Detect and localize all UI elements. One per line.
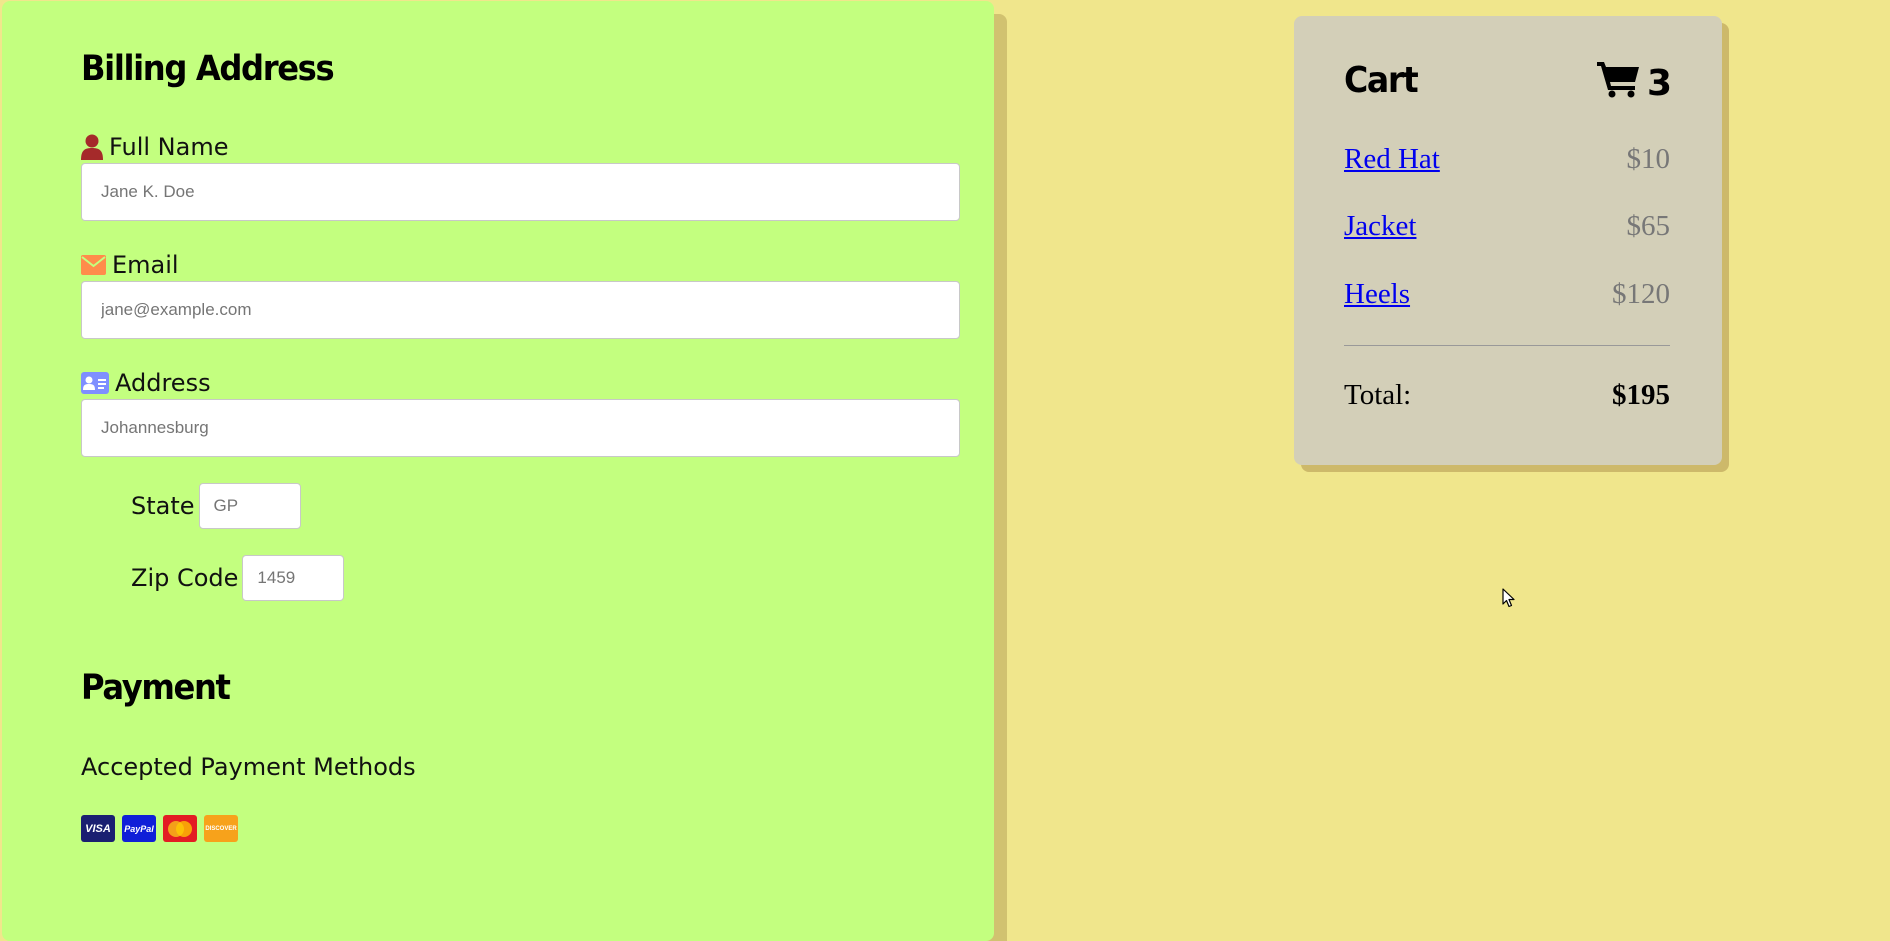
billing-address-heading: Billing Address	[81, 49, 335, 89]
cart-count: 3	[1596, 60, 1672, 107]
mastercard-icon	[163, 815, 197, 842]
cart-item-price: $120	[1612, 278, 1670, 310]
shopping-cart-icon	[1596, 60, 1641, 107]
zip-label: Zip Code	[131, 564, 239, 592]
cart-item-price: $10	[1626, 143, 1671, 175]
zip-row: Zip Code	[131, 555, 345, 601]
discover-icon: DISCOVER	[204, 815, 238, 842]
cart-item-price: $65	[1626, 210, 1671, 242]
payment-heading: Payment	[81, 668, 231, 708]
address-label-text: Address	[115, 369, 211, 397]
mouse-cursor-icon	[1502, 588, 1516, 612]
address-input[interactable]	[81, 399, 960, 457]
full-name-label: Full Name	[81, 132, 228, 162]
zip-input[interactable]	[242, 555, 345, 601]
total-value: $195	[1612, 379, 1670, 411]
full-name-input[interactable]	[81, 163, 960, 221]
cart-item-link-heels[interactable]: Heels	[1344, 278, 1410, 311]
email-label-text: Email	[112, 251, 179, 279]
envelope-icon	[81, 255, 106, 275]
paypal-icon-text: PayPal	[124, 823, 154, 834]
visa-icon: VISA	[81, 815, 115, 842]
state-row: State	[131, 483, 301, 529]
full-name-label-text: Full Name	[109, 133, 229, 161]
state-input[interactable]	[198, 483, 301, 529]
cart-item-link-jacket[interactable]: Jacket	[1344, 210, 1416, 243]
billing-form-panel: Billing Address Full Name Email Address …	[2, 1, 994, 941]
user-icon	[81, 134, 103, 160]
total-label: Total:	[1344, 379, 1412, 411]
payment-icons: VISA PayPal DISCOVER	[81, 815, 238, 842]
paypal-icon: PayPal	[122, 815, 156, 842]
cart-item: Jacket $65	[1344, 210, 1670, 243]
email-input[interactable]	[81, 281, 960, 339]
state-label: State	[131, 492, 195, 520]
visa-icon-text: VISA	[85, 822, 111, 835]
email-label: Email	[81, 250, 179, 280]
address-card-icon	[81, 372, 109, 394]
cart-count-value: 3	[1646, 63, 1672, 104]
cart-item-link-red-hat[interactable]: Red Hat	[1344, 143, 1440, 176]
address-label: Address	[81, 368, 211, 398]
cart-divider	[1344, 345, 1670, 346]
cart-title: Cart	[1344, 60, 1419, 101]
cart-panel: Cart 3 Red Hat $10 Jacket $65 Heels $120…	[1294, 16, 1722, 465]
discover-icon-text: DISCOVER	[205, 825, 237, 832]
cart-item: Red Hat $10	[1344, 143, 1670, 176]
cart-total: Total: $195	[1344, 379, 1670, 412]
accepted-methods-label: Accepted Payment Methods	[81, 753, 416, 781]
cart-item: Heels $120	[1344, 278, 1670, 311]
